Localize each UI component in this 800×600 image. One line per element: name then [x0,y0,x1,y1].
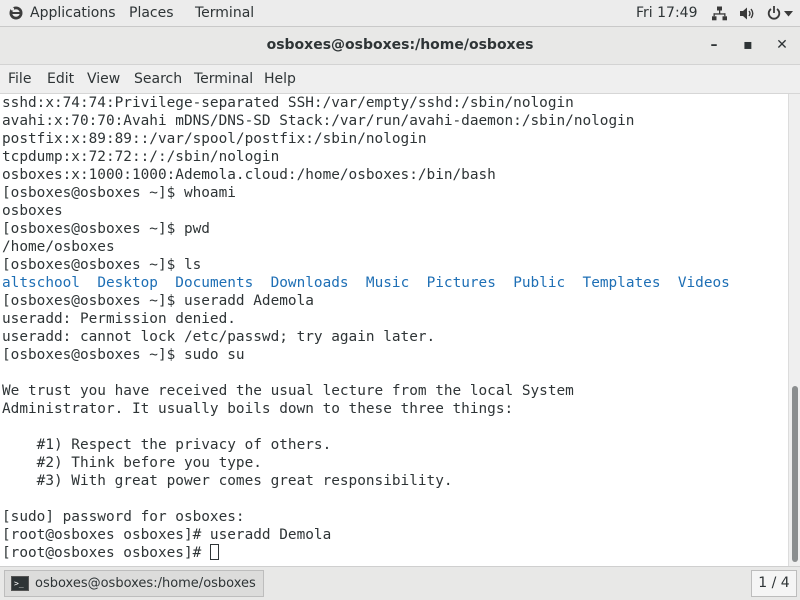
terminal-line: [osboxes@osboxes ~]$ sudo su [2,347,245,363]
menu-search[interactable]: Search [134,65,182,93]
terminal-line: /home/osboxes [2,239,115,255]
power-icon[interactable] [767,5,781,22]
applications-logo-icon [9,6,23,20]
terminal-line: #3) With great power comes great respons… [2,473,453,489]
ls-entry: Videos [677,275,730,291]
ls-entry: Templates [582,275,661,291]
window-titlebar[interactable]: osboxes@osboxes:/home/osboxes – ▪ ✕ [0,27,800,65]
terminal-line: [osboxes@osboxes ~]$ useradd Ademola [2,293,314,309]
network-icon[interactable] [712,6,727,21]
scrollbar-thumb[interactable] [792,386,798,562]
terminal-line: avahi:x:70:70:Avahi mDNS/DNS-SD Stack:/v… [2,113,635,129]
ls-entry: Downloads [270,275,349,291]
menu-view[interactable]: View [87,65,120,93]
ls-entry: altschool [2,275,80,291]
window-title: osboxes@osboxes:/home/osboxes [266,37,534,53]
terminal-line: #2) Think before you type. [2,455,262,471]
terminal-output[interactable]: sshd:x:74:74:Privilege-separated SSH:/va… [0,94,788,566]
terminal-line: useradd: cannot lock /etc/passwd; try ag… [2,329,436,345]
terminal-line: [sudo] password for osboxes: [2,509,245,525]
terminal-line: osboxes [2,203,63,219]
terminal-line: useradd: Permission denied. [2,311,236,327]
ls-entry: Pictures [426,275,496,291]
menu-help[interactable]: Help [264,65,296,93]
terminal-line: [root@osboxes osboxes]# useradd Demola [2,527,332,543]
places-menu[interactable]: Places [129,0,174,27]
menu-file[interactable]: File [8,65,31,93]
taskbar-window-button[interactable]: >_ osboxes@osboxes:/home/osboxes [4,570,264,597]
ls-entry: Desktop [97,275,158,291]
workspace-switcher[interactable]: 1 / 4 [751,570,797,597]
chevron-down-icon[interactable] [784,11,793,17]
terminal-scrollbar[interactable] [788,94,800,566]
ls-output-line: altschool Desktop Documents Downloads Mu… [2,274,730,292]
terminal-line: Administrator. It usually boils down to … [2,401,514,417]
applications-menu[interactable]: Applications [30,0,116,27]
ls-entry: Music [365,275,410,291]
terminal-line: sshd:x:74:74:Privilege-separated SSH:/va… [2,95,574,111]
text-cursor [209,544,219,560]
minimize-button[interactable]: – [699,27,729,65]
terminal-line: [osboxes@osboxes ~]$ ls [2,257,202,273]
terminal-app-menu[interactable]: Terminal [195,0,254,27]
terminal-icon: >_ [11,576,29,591]
volume-icon[interactable] [739,6,756,21]
terminal-line: We trust you have received the usual lec… [2,383,574,399]
ls-entry: Public [513,275,566,291]
menubar: File Edit View Search Terminal Help [0,65,800,94]
clock[interactable]: Fri 17:49 [636,0,697,27]
prompt-line: [root@osboxes osboxes]# [2,544,219,562]
ls-entry: Documents [175,275,254,291]
terminal-line: osboxes:x:1000:1000:Ademola.cloud:/home/… [2,167,496,183]
taskbar-window-label: osboxes@osboxes:/home/osboxes [35,576,256,591]
menu-edit[interactable]: Edit [47,65,74,93]
top-bar: Applications Places Terminal Fri 17:49 [0,0,800,27]
maximize-button[interactable]: ▪ [733,27,763,65]
terminal-line: tcpdump:x:72:72::/:/sbin/nologin [2,149,280,165]
menu-terminal[interactable]: Terminal [194,65,253,93]
close-button[interactable]: ✕ [767,27,797,65]
terminal-line: [osboxes@osboxes ~]$ whoami [2,185,236,201]
terminal-line: #1) Respect the privacy of others. [2,437,332,453]
terminal-line: postfix:x:89:89::/var/spool/postfix:/sbi… [2,131,427,147]
terminal-line: [osboxes@osboxes ~]$ pwd [2,221,210,237]
root-prompt: [root@osboxes osboxes]# [2,545,210,561]
bottom-taskbar: >_ osboxes@osboxes:/home/osboxes 1 / 4 [0,566,800,600]
